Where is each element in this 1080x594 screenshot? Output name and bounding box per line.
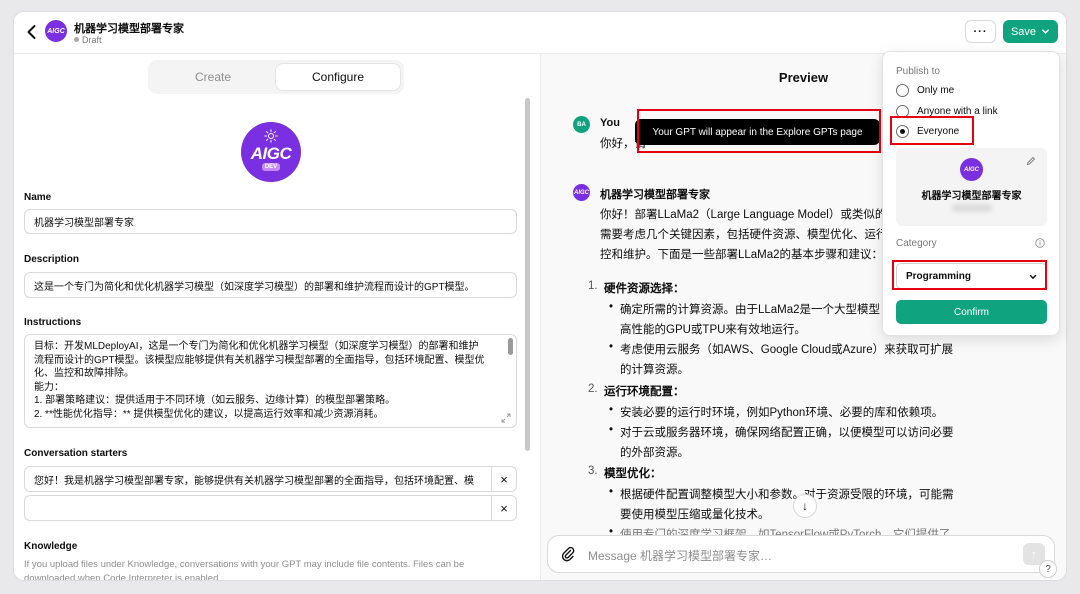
step-bullet-line: 要使用模型压缩或量化技术。: [620, 509, 770, 521]
starter-input-empty[interactable]: [24, 495, 492, 521]
highlight-box: [637, 109, 881, 153]
knowledge-note: If you upload files under Knowledge, con…: [24, 559, 465, 580]
bullet-icon: •: [609, 486, 614, 498]
step-bullet-line: 的计算资源。: [620, 364, 689, 376]
status-text: Draft: [82, 35, 102, 45]
highlight-box: [890, 116, 974, 145]
description-input[interactable]: 这是一个专门为简化和优化机器学习模型（如深度学习模型）的部署和维护流程而设计的G…: [24, 272, 517, 298]
bullet-icon: •: [609, 301, 614, 313]
confirm-button[interactable]: Confirm: [896, 300, 1047, 324]
bullet-icon: •: [609, 404, 614, 416]
remove-starter-button[interactable]: ×: [491, 495, 517, 521]
step-bullet-line: 根据硬件配置调整模型大小和参数。对于资源受限的环境，可能需: [620, 489, 954, 501]
instructions-label: Instructions: [24, 317, 82, 328]
instructions-line: 能力：: [34, 381, 64, 393]
user-avatar: BA: [573, 116, 590, 133]
starter-row: 您好！我是机器学习模型部署专家，能够提供有关机器学习模型部署的全面指导，包括环境…: [24, 466, 517, 492]
gpt-card-name: 机器学习模型部署专家: [921, 191, 1022, 202]
user-name: You: [600, 117, 620, 129]
panel-scrollbar[interactable]: [525, 98, 530, 451]
publish-to-label: Publish to: [896, 66, 940, 77]
more-options-button[interactable]: ···: [965, 20, 996, 43]
knowledge-label: Knowledge: [24, 541, 78, 552]
tab-create[interactable]: Create: [148, 60, 278, 94]
category-label: Category: [896, 238, 937, 249]
step-bullet-line: 的外部资源。: [620, 447, 689, 459]
message-composer: Message 机器学习模型部署专家… ↑: [547, 535, 1055, 573]
step-bullet-line: 高性能的GPU或TPU来有效地运行。: [620, 324, 806, 336]
instructions-line: 流程而设计的GPT模型。该模型应能够提供有关机器学习模型部署的全面指导，包括环境…: [34, 354, 485, 366]
paperclip-icon[interactable]: [560, 546, 576, 562]
info-icon[interactable]: [1035, 238, 1045, 248]
mode-tabs: Create Configure: [148, 60, 404, 94]
gpt-card-icon: AIGC: [960, 158, 983, 181]
instructions-line: 目标：开发MLDeployAI，这是一个专门为简化和优化机器学习模型（如深度学习…: [34, 341, 479, 352]
gpt-title: 机器学习模型部署专家: [74, 23, 184, 35]
conversation-starters-label: Conversation starters: [24, 448, 128, 459]
pencil-icon[interactable]: [1026, 156, 1036, 166]
step-bullet-line: 考虑使用云服务（如AWS、Google Cloud或Azure）来获取可扩展: [620, 344, 954, 356]
bot-text-line: 你好！部署LLaMa2（Large Language Model）或类似的: [600, 209, 887, 221]
textarea-scrollbar[interactable]: [508, 338, 513, 355]
bot-avatar: AIGC: [573, 184, 590, 201]
instructions-line: 化、监控和故障排除。: [34, 368, 134, 379]
draft-status: Draft: [74, 35, 102, 45]
starter-input[interactable]: 您好！我是机器学习模型部署专家，能够提供有关机器学习模型部署的全面指导，包括环境…: [24, 466, 492, 492]
instructions-line: 1. 部署策略建议：提供适用于不同环境（如云服务、边缘计算）的模型部署策略。: [34, 395, 396, 406]
sun-icon: [264, 129, 278, 143]
bot-text-line: 需要考虑几个关键因素，包括硬件资源、模型优化、运行: [600, 229, 888, 241]
bot-name: 机器学习模型部署专家: [600, 189, 710, 201]
help-button[interactable]: ?: [1039, 560, 1057, 578]
avatar-text: AIGC: [250, 144, 292, 163]
bullet-icon: •: [609, 341, 614, 353]
scroll-down-button[interactable]: ↓: [793, 494, 817, 518]
tab-configure[interactable]: Configure: [276, 64, 400, 90]
gpt-logo-small: AIGC: [45, 20, 67, 42]
save-button[interactable]: Save: [1003, 20, 1058, 43]
step-number: 2.: [588, 383, 598, 395]
radio-only-me[interactable]: [896, 84, 909, 97]
expand-icon[interactable]: [501, 413, 511, 423]
avatar-badge: DEV: [262, 163, 280, 171]
step-bullet-line: 对于云或服务器环境，确保网络配置正确，以便模型可以访问必要: [620, 427, 954, 439]
instructions-line: 2. **性能优化指导：** 提供模型优化的建议，以提高运行效率和减少资源消耗。: [34, 408, 384, 420]
top-bar: AIGC 机器学习模型部署专家 Draft ··· Save: [14, 12, 1066, 54]
back-arrow-icon[interactable]: [22, 22, 42, 42]
step-number: 3.: [588, 465, 598, 477]
message-input[interactable]: Message 机器学习模型部署专家…: [588, 547, 772, 564]
gpt-avatar[interactable]: AIGC DEV: [241, 122, 301, 182]
option-only-me[interactable]: Only me: [917, 85, 954, 96]
description-label: Description: [24, 254, 80, 265]
name-input[interactable]: 机器学习模型部署专家: [24, 209, 517, 234]
chevron-down-icon: [1042, 29, 1049, 34]
status-dot-icon: [74, 37, 79, 42]
step-bullet-line: 安装必要的运行时环境，例如Python环境、必要的库和依赖项。: [620, 407, 944, 419]
highlight-box: [892, 260, 1047, 290]
publish-popover: Publish to Only me Anyone with a link Ev…: [882, 51, 1060, 336]
bot-text-line: 控和维护。下面是一些部署LLaMa2的基本步骤和建议：: [600, 249, 884, 261]
gpt-preview-card: AIGC 机器学习模型部署专家: [896, 148, 1047, 226]
configure-panel: Create Configure AIGC DEV Name 机器学习模型部署专…: [14, 54, 540, 580]
remove-starter-button[interactable]: ×: [491, 466, 517, 492]
step-title: 运行环境配置：: [604, 386, 685, 398]
step-bullet-line: 确定所需的计算资源。由于LLaMa2是一个大型模型: [620, 304, 881, 316]
redacted-author: [952, 204, 992, 212]
name-label: Name: [24, 192, 52, 203]
instructions-textarea[interactable]: 目标：开发MLDeployAI，这是一个专门为简化和优化机器学习模型（如深度学习…: [24, 334, 517, 428]
step-title: 硬件资源选择：: [604, 283, 685, 295]
step-title: 模型优化：: [604, 468, 662, 480]
save-label: Save: [1010, 25, 1037, 38]
bullet-icon: •: [609, 424, 614, 436]
starter-row: ×: [24, 495, 517, 521]
step-number: 1.: [588, 280, 598, 292]
